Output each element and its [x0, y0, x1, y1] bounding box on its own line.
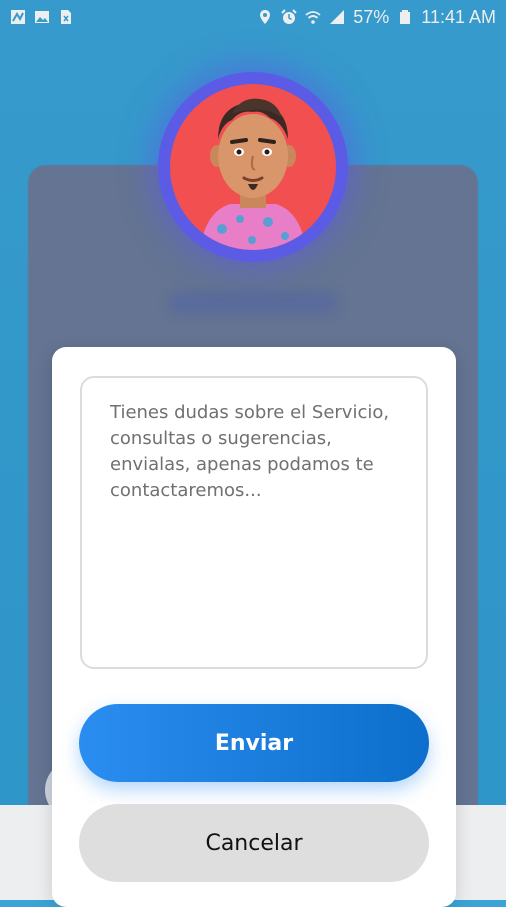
cancel-button[interactable]: Cancelar: [79, 804, 429, 882]
send-button[interactable]: Enviar: [79, 704, 429, 782]
avatar-ring: [158, 72, 348, 262]
avatar: [170, 84, 336, 250]
send-button-label: Enviar: [214, 730, 294, 756]
message-textarea[interactable]: [80, 376, 428, 669]
cancel-button-label: Cancelar: [205, 830, 303, 856]
contact-modal: Enviar Cancelar: [52, 347, 456, 907]
user-avatar-icon: [200, 98, 306, 250]
